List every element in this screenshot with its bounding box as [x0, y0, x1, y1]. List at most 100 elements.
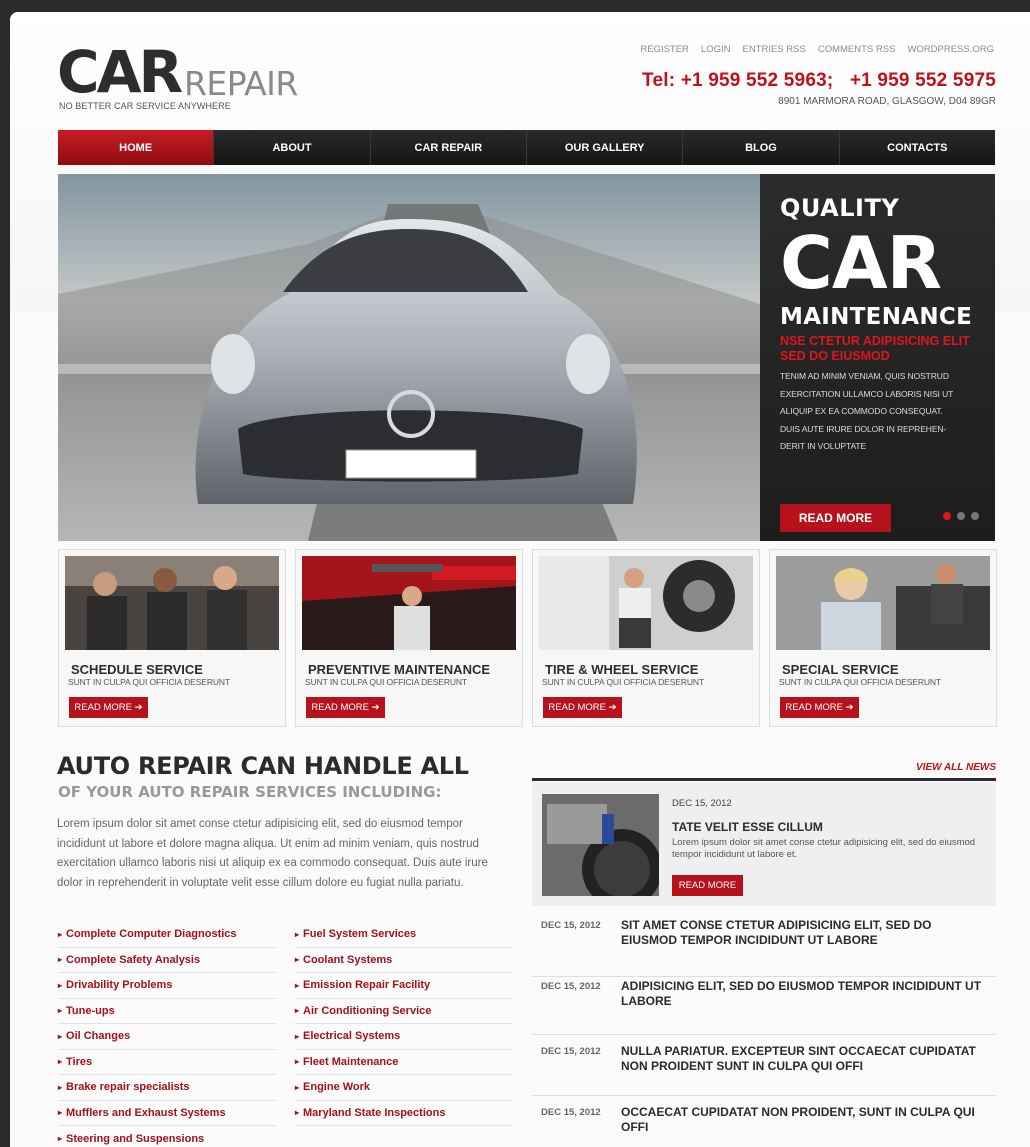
arrow-right-icon: ▸ [58, 1057, 63, 1067]
arrow-right-icon: ▸ [295, 955, 300, 965]
service-card-schedule: SCHEDULE SERVICE SUNT IN CULPA QUI OFFIC… [58, 549, 286, 727]
nav-our-gallery[interactable]: OUR GALLERY [526, 130, 684, 165]
list-item[interactable]: ▸ Complete Safety Analysis [58, 948, 276, 973]
news-item: DEC 15, 2012 NULLA PARIATUR. EXCEPTEUR S… [532, 1044, 996, 1096]
logo-car-text: CAR [57, 38, 183, 106]
list-item[interactable]: ▸ Electrical Systems [295, 1024, 513, 1050]
service-image-mechanic-under-car[interactable] [302, 556, 516, 650]
list-item[interactable]: ▸ Engine Work [295, 1075, 513, 1101]
hero-red-line-1: NSE CTETUR ADIPISICING ELIT [780, 334, 970, 348]
list-item[interactable]: ▸ Steering and Suspensions [58, 1126, 276, 1147]
service-title: PREVENTIVE MAINTENANCE [308, 662, 491, 677]
nav-home[interactable]: HOME [58, 130, 215, 165]
news-image-engine[interactable] [542, 794, 659, 896]
nav-car-repair[interactable]: CAR REPAIR [370, 130, 527, 165]
featured-news-text: Lorem ipsum dolor sit amet conse ctetur … [672, 837, 976, 860]
nav-blog[interactable]: BLOG [683, 130, 840, 165]
slider-dots [943, 512, 979, 520]
news-item: DEC 15, 2012 OCCAECAT CUPIDATAT NON PROI… [532, 1105, 996, 1145]
list-item[interactable]: ▸ Maryland State Inspections [295, 1101, 513, 1126]
site-logo[interactable]: CAR REPAIR NO BETTER CAR SERVICE ANYWHER… [57, 42, 317, 112]
service-image-mechanics[interactable] [65, 556, 279, 650]
list-item-label: Tires [66, 1055, 93, 1068]
list-item[interactable]: ▸ Drivability Problems [58, 973, 276, 999]
service-image-tire-mechanic[interactable] [539, 556, 753, 650]
list-item[interactable]: ▸ Tires [58, 1050, 276, 1075]
list-item[interactable]: ▸ Mufflers and Exhaust Systems [58, 1101, 276, 1126]
page: CAR REPAIR NO BETTER CAR SERVICE ANYWHER… [10, 12, 1030, 1147]
slider-dot-1[interactable] [943, 512, 951, 520]
hero-car-image [58, 174, 760, 541]
featured-news-read-more-button[interactable]: READ MORE [672, 875, 743, 896]
main-nav: HOME ABOUT CAR REPAIR OUR GALLERY BLOG C… [58, 130, 995, 165]
service-read-more-button[interactable]: READ MORE ➔ [306, 697, 385, 718]
arrow-right-icon: ▸ [58, 1108, 63, 1118]
service-card-special: SPECIAL SERVICE SUNT IN CULPA QUI OFFICI… [769, 549, 997, 727]
service-read-more-button[interactable]: READ MORE ➔ [780, 697, 859, 718]
hero-read-more-button[interactable]: READ MORE [780, 504, 891, 532]
hero-slider: QUALITY CAR MAINTENANCE NSE CTETUR ADIPI… [58, 174, 995, 541]
news-item-date: DEC 15, 2012 [541, 920, 601, 931]
service-title: SCHEDULE SERVICE [71, 662, 203, 677]
slider-dot-2[interactable] [957, 512, 965, 520]
view-all-news-link[interactable]: VIEW ALL NEWS [916, 762, 996, 773]
hero-description: TENIM AD MINIM VENIAM, QUIS NOSTRUD EXER… [780, 368, 975, 456]
list-item[interactable]: ▸ Air Conditioning Service [295, 999, 513, 1024]
news-item-title[interactable]: NULLA PARIATUR. EXCEPTEUR SINT OCCAECAT … [621, 1044, 989, 1074]
list-item-label: Drivability Problems [66, 979, 173, 992]
button-label: READ MORE [785, 702, 843, 713]
nav-about[interactable]: ABOUT [214, 130, 371, 165]
list-item-label: Oil Changes [66, 1030, 131, 1043]
news-item-title[interactable]: SIT AMET CONSE CTETUR ADIPISICING ELIT, … [621, 918, 989, 948]
phone-numbers: Tel: +1 959 552 5963; +1 959 552 5975 [642, 70, 996, 91]
button-label: READ MORE [548, 702, 606, 713]
arrow-right-icon: ▸ [58, 1031, 63, 1041]
nav-contacts[interactable]: CONTACTS [839, 130, 995, 165]
list-item-label: Engine Work [303, 1081, 371, 1094]
list-item[interactable]: ▸ Fleet Maintenance [295, 1050, 513, 1075]
arrow-right-icon: ▸ [295, 929, 300, 939]
list-item[interactable]: ▸ Tune-ups [58, 999, 276, 1024]
list-item-label: Air Conditioning Service [303, 1004, 432, 1017]
service-title: SPECIAL SERVICE [782, 662, 899, 677]
hero-text-line: EXERCITATION ULLAMCO LABORIS NISI UT [780, 388, 954, 399]
news-item-title[interactable]: OCCAECAT CUPIDATAT NON PROIDENT, SUNT IN… [621, 1105, 989, 1135]
hero-text-line: TENIM AD MINIM VENIAM, QUIS NOSTRUD [780, 371, 949, 381]
about-subheading: OF YOUR AUTO REPAIR SERVICES INCLUDING: [58, 783, 442, 801]
list-item[interactable]: ▸ Coolant Systems [295, 948, 513, 973]
list-item[interactable]: ▸ Brake repair specialists [58, 1075, 276, 1101]
list-item[interactable]: ▸ Fuel System Services [295, 922, 513, 948]
list-item-label: Fuel System Services [303, 928, 417, 941]
services-list-right: ▸ Fuel System Services ▸ Coolant Systems ▸… [295, 922, 513, 1126]
slider-dot-3[interactable] [971, 512, 979, 520]
arrow-right-icon: ▸ [295, 1057, 300, 1067]
service-read-more-button[interactable]: READ MORE ➔ [543, 697, 622, 718]
login-link[interactable]: LOGIN [701, 44, 731, 55]
wordpress-link[interactable]: WORDPRESS.ORG [907, 44, 994, 55]
comments-rss-link[interactable]: COMMENTS RSS [818, 44, 896, 55]
hero-text-line: DUIS AUTE IRURE DOLOR IN REPREHEN- [780, 423, 947, 434]
hero-text-line: DERIT IN VOLUPTATE [780, 441, 867, 451]
service-read-more-button[interactable]: READ MORE ➔ [69, 697, 148, 718]
about-heading: AUTO REPAIR CAN HANDLE ALL [57, 752, 469, 780]
hero-text-line: ALIQUIP EX EA COMMODO CONSEQUAT. [780, 406, 943, 416]
register-link[interactable]: REGISTER [640, 44, 689, 55]
list-item[interactable]: ▸ Complete Computer Diagnostics [58, 922, 276, 948]
service-image-customer-mechanic[interactable] [776, 556, 990, 650]
list-item[interactable]: ▸ Oil Changes [58, 1024, 276, 1050]
news-item: DEC 15, 2012 SIT AMET CONSE CTETUR ADIPI… [532, 918, 996, 977]
arrow-right-icon: ▸ [295, 1082, 300, 1092]
list-item[interactable]: ▸ Emission Repair Facility [295, 973, 513, 999]
entries-rss-link[interactable]: ENTRIES RSS [742, 44, 805, 55]
news-item-title[interactable]: ADIPISICING ELIT, SED DO EIUSMOD TEMPOR … [621, 979, 989, 1009]
list-item-label: Emission Repair Facility [303, 979, 431, 992]
featured-news: DEC 15, 2012 TATE VELIT ESSE CILLUM Lore… [532, 782, 996, 906]
arrow-icon: ➔ [134, 702, 143, 713]
featured-news-title[interactable]: TATE VELIT ESSE CILLUM [672, 820, 823, 834]
arrow-right-icon: ▸ [58, 980, 63, 990]
button-label: READ MORE [74, 702, 132, 713]
list-item-label: Maryland State Inspections [303, 1106, 446, 1119]
news-divider [532, 778, 996, 781]
service-subtitle: SUNT IN CULPA QUI OFFICIA DESERUNT [779, 677, 942, 687]
news-item-date: DEC 15, 2012 [541, 1046, 601, 1057]
